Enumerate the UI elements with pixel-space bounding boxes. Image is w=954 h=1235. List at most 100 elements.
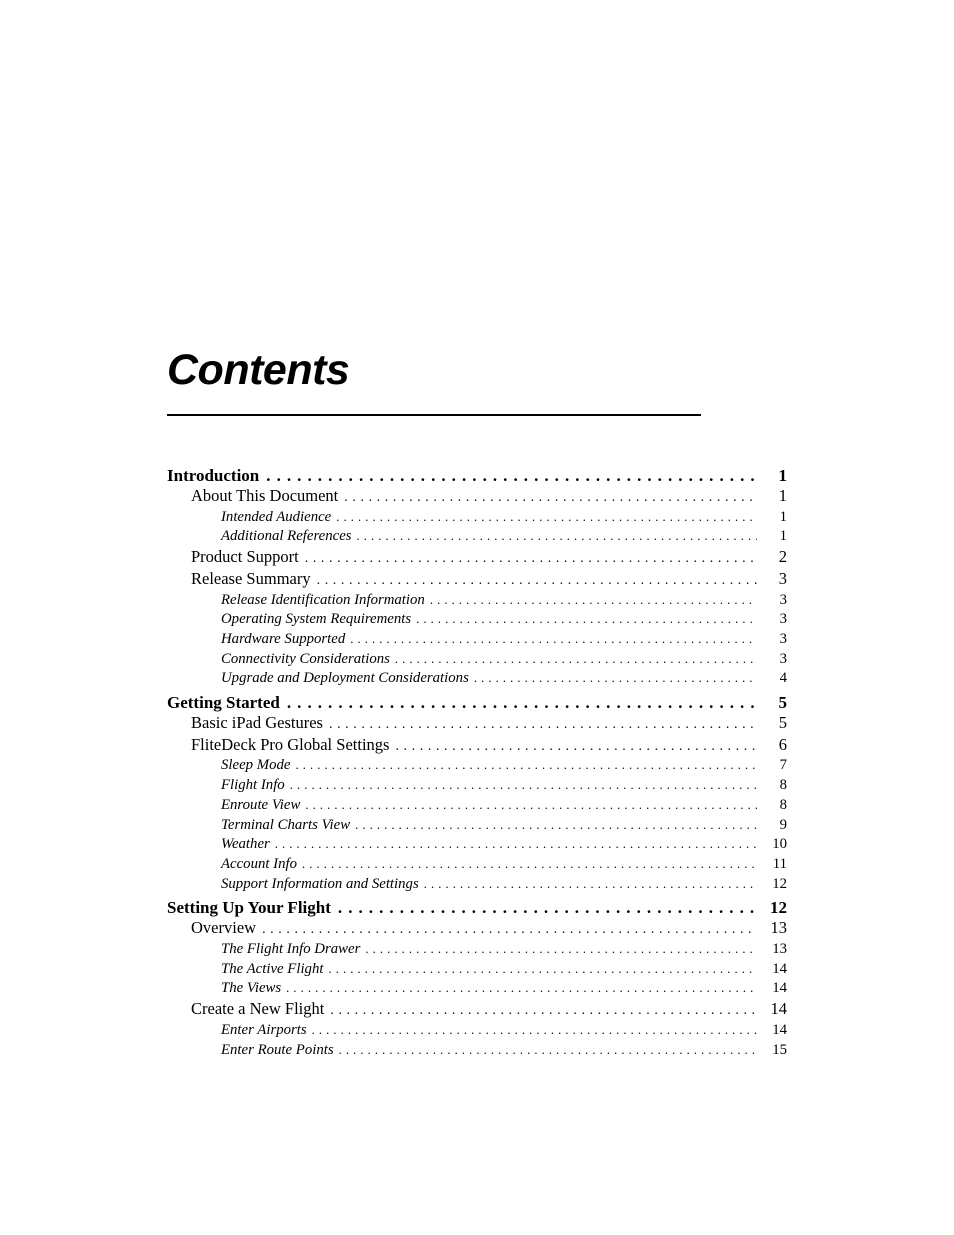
- toc-entry-page-number: 14: [772, 1021, 787, 1038]
- toc-entry-label: The Active Flight: [221, 960, 324, 977]
- toc-dot-leader: [285, 776, 757, 796]
- toc-entry[interactable]: FliteDeck Pro Global Settings 6: [167, 735, 787, 757]
- toc-dot-leader: [256, 920, 757, 940]
- toc-entry[interactable]: Release Summary 3: [167, 569, 787, 591]
- toc-entry-page-number: 1: [778, 466, 788, 485]
- toc-entry[interactable]: Create a New Flight 14: [167, 999, 787, 1021]
- toc-entry[interactable]: Enroute View 8: [167, 796, 787, 816]
- toc-entry[interactable]: Setting Up Your Flight 12: [167, 898, 787, 918]
- toc-dot-leader: [331, 508, 757, 528]
- toc-entry-page-number: 13: [772, 941, 787, 958]
- toc-dot-leader: [324, 1001, 757, 1021]
- toc-entry-page-number: 4: [779, 670, 787, 687]
- toc-entry[interactable]: Upgrade and Deployment Considerations 4: [167, 669, 787, 689]
- toc-entry-page-number: 3: [779, 611, 787, 628]
- toc-entry[interactable]: Enter Airports 14: [167, 1021, 787, 1041]
- toc-entry-page-number: 3: [779, 630, 787, 647]
- toc-entry[interactable]: Terminal Charts View 9: [167, 816, 787, 836]
- toc-entry-label: The Flight Info Drawer: [221, 941, 361, 958]
- toc-entry-page-number: 13: [770, 918, 788, 938]
- toc-dot-leader: [331, 898, 757, 918]
- toc-dot-leader: [311, 571, 757, 591]
- toc-entry-page-number: 3: [779, 591, 787, 608]
- toc-entry[interactable]: Basic iPad Gestures 5: [167, 713, 787, 735]
- toc-entry[interactable]: Additional References 1: [167, 527, 787, 547]
- toc-entry-label: FliteDeck Pro Global Settings: [191, 734, 390, 754]
- toc-dot-leader: [281, 979, 757, 999]
- toc-entry-page-number: 6: [778, 734, 787, 754]
- toc-entry-label: Create a New Flight: [191, 999, 325, 1019]
- toc-entry-label: Terminal Charts View: [221, 816, 351, 833]
- toc-dot-leader: [350, 816, 757, 836]
- toc-entry[interactable]: Flight Info 8: [167, 776, 787, 796]
- toc-entry[interactable]: Operating System Requirements 3: [167, 610, 787, 630]
- toc-entry-label: Support Information and Settings: [221, 875, 419, 892]
- toc-entry-label: Enter Route Points: [221, 1041, 334, 1058]
- toc-dot-leader: [338, 488, 757, 508]
- toc-entry-label: Release Summary: [191, 568, 311, 588]
- toc-dot-leader: [345, 630, 757, 650]
- toc-dot-leader: [270, 835, 757, 855]
- toc-entry[interactable]: Connectivity Considerations 3: [167, 650, 787, 670]
- toc-entry-page-number: 14: [772, 980, 787, 997]
- toc-entry-label: Upgrade and Deployment Considerations: [221, 670, 469, 687]
- toc-entry-label: Weather: [221, 836, 270, 853]
- toc-entry[interactable]: Weather 10: [167, 835, 787, 855]
- page-title: Contents: [167, 346, 350, 394]
- document-page: Contents Introduction 1About This Documen…: [0, 0, 954, 1235]
- toc-entry-label: Intended Audience: [221, 508, 332, 525]
- toc-dot-leader: [389, 737, 757, 757]
- toc-entry[interactable]: Product Support 2: [167, 547, 787, 569]
- toc-entry[interactable]: Enter Route Points 15: [167, 1041, 787, 1061]
- toc-entry-page-number: 9: [779, 816, 787, 833]
- toc-entry-label: Introduction: [167, 466, 260, 485]
- toc-entry-page-number: 10: [772, 836, 787, 853]
- toc-entry[interactable]: The Active Flight 14: [167, 960, 787, 980]
- toc-entry-page-number: 3: [779, 650, 787, 667]
- toc-dot-leader: [411, 610, 757, 630]
- toc-entry-label: The Views: [221, 980, 282, 997]
- toc-entry-page-number: 14: [772, 960, 787, 977]
- title-block: Contents: [167, 345, 701, 416]
- toc-entry-page-number: 14: [770, 999, 788, 1019]
- toc-entry-page-number: 15: [772, 1041, 787, 1058]
- toc-dot-leader: [323, 715, 757, 735]
- toc-entry-page-number: 5: [778, 713, 787, 733]
- toc-dot-leader: [300, 796, 757, 816]
- toc-entry-page-number: 11: [772, 855, 787, 872]
- toc-entry[interactable]: The Views 14: [167, 979, 787, 999]
- toc-entry-label: Hardware Supported: [221, 630, 346, 647]
- toc-entry-label: Account Info: [221, 855, 298, 872]
- toc-entry-label: Enter Airports: [221, 1021, 307, 1038]
- toc-entry-label: Setting Up Your Flight: [167, 898, 331, 918]
- title-divider: [167, 414, 701, 416]
- toc-entry[interactable]: Hardware Supported 3: [167, 630, 787, 650]
- toc-dot-leader: [360, 940, 757, 960]
- toc-entry[interactable]: Release Identification Information 3: [167, 591, 787, 611]
- toc-entry[interactable]: Intended Audience 1: [167, 508, 787, 528]
- toc-entry[interactable]: Sleep Mode 7: [167, 756, 787, 776]
- toc-entry-label: Overview: [191, 918, 257, 938]
- toc-entry[interactable]: The Flight Info Drawer 13: [167, 940, 787, 960]
- toc-entry[interactable]: About This Document 1: [167, 486, 787, 508]
- toc-dot-leader: [419, 875, 757, 895]
- toc-entry-label: Product Support: [191, 547, 299, 567]
- toc-entry[interactable]: Support Information and Settings 12: [167, 875, 787, 895]
- toc-dot-leader: [323, 960, 757, 980]
- toc-dot-leader: [469, 669, 757, 689]
- toc-entry[interactable]: Getting Started 5: [167, 693, 787, 713]
- toc-entry-page-number: 2: [778, 547, 787, 567]
- toc-dot-leader: [390, 650, 757, 670]
- table-of-contents: Introduction 1About This Document1Intende…: [167, 462, 787, 1060]
- toc-dot-leader: [290, 756, 757, 776]
- toc-entry[interactable]: Account Info 11: [167, 855, 787, 875]
- toc-entry[interactable]: Overview 13: [167, 918, 787, 940]
- toc-dot-leader: [299, 549, 757, 569]
- toc-entry-page-number: 7: [779, 757, 787, 774]
- toc-dot-leader: [352, 527, 757, 547]
- toc-entry[interactable]: Introduction 1: [167, 466, 787, 486]
- toc-dot-leader: [297, 855, 757, 875]
- toc-entry-label: Flight Info: [221, 777, 285, 794]
- toc-entry-page-number: 8: [779, 777, 787, 794]
- toc-entry-label: Connectivity Considerations: [221, 650, 390, 667]
